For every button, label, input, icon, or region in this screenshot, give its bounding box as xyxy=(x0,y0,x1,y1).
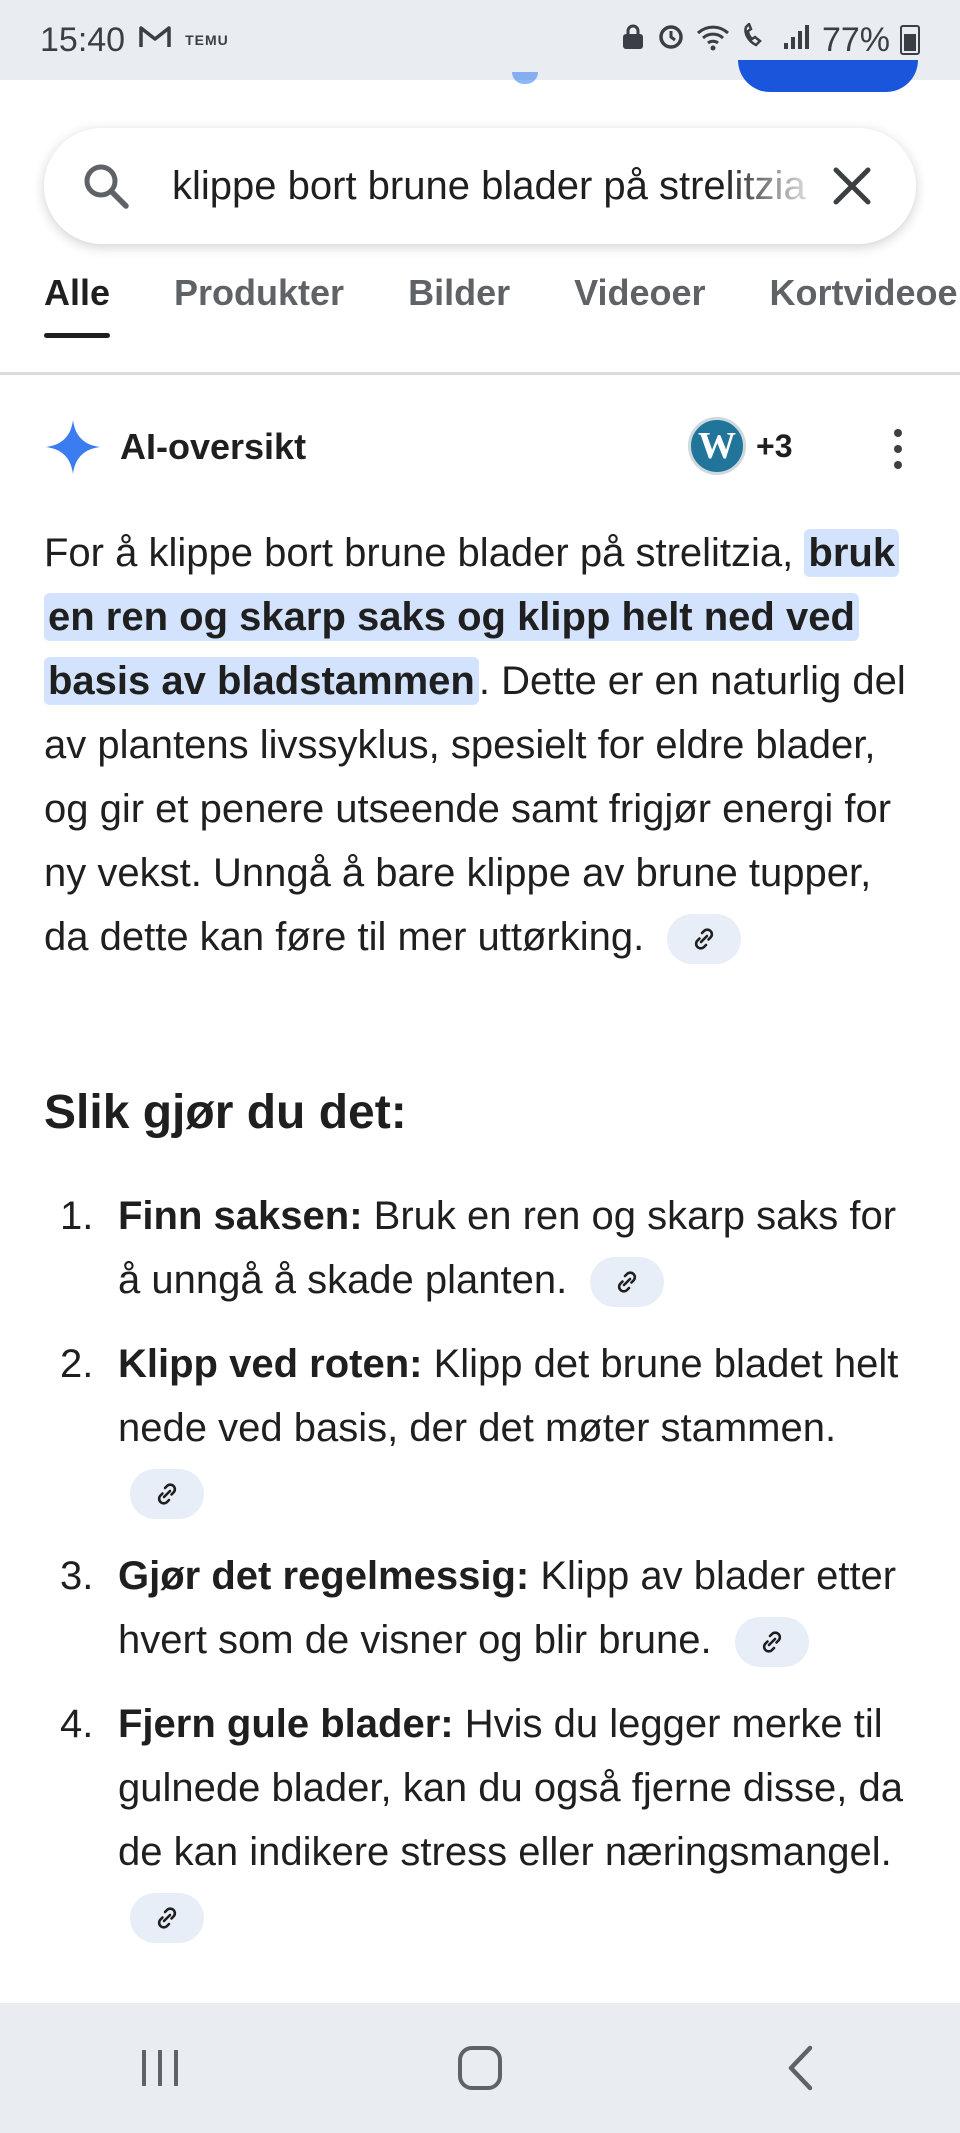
status-time: 15:40 xyxy=(40,20,126,59)
ai-overview-text: For å klippe bort brune blader på streli… xyxy=(44,521,916,969)
tab-kortvideoer[interactable]: Kortvideoer xyxy=(770,272,960,338)
system-nav-bar xyxy=(0,2003,960,2133)
list-item: 2. Klipp ved roten: Klipp det brune blad… xyxy=(44,1332,924,1524)
source-link-button[interactable] xyxy=(130,1469,204,1520)
ai-overview-title: AI-oversikt xyxy=(120,426,307,467)
source-link-button[interactable] xyxy=(590,1257,665,1308)
tab-alle[interactable]: Alle xyxy=(44,272,111,338)
step-title: Finn saksen: xyxy=(118,1194,363,1238)
link-icon xyxy=(157,1907,177,1930)
back-icon[interactable] xyxy=(750,2028,850,2108)
signal-icon xyxy=(782,21,812,60)
battery-percent: 77% xyxy=(821,20,890,59)
link-icon xyxy=(618,1271,637,1294)
ai-overview-header: AI-oversikt W +3 xyxy=(44,415,916,479)
top-partial-button[interactable] xyxy=(738,60,918,92)
source-link-button[interactable] xyxy=(667,914,742,965)
link-icon xyxy=(695,928,714,951)
list-item: 1. Finn saksen: Bruk en ren og skarp sak… xyxy=(44,1184,924,1312)
link-icon xyxy=(762,1631,781,1654)
wordpress-logo-icon: W xyxy=(688,417,746,475)
step-number: 1. xyxy=(60,1194,94,1238)
wifi-icon xyxy=(696,21,730,60)
tab-produkter[interactable]: Produkter xyxy=(174,272,344,338)
step-number: 2. xyxy=(60,1342,94,1386)
search-tabs: Alle Produkter Bilder Videoer Kortvideoe… xyxy=(44,272,960,338)
more-options-icon[interactable] xyxy=(888,429,908,469)
list-item: 4. Fjern gule blader: Hvis du legger mer… xyxy=(44,1692,924,1948)
step-number: 3. xyxy=(60,1554,94,1598)
step-title: Klipp ved roten: xyxy=(118,1342,423,1386)
temu-notification-icon: TEMU xyxy=(185,31,229,48)
step-title: Gjør det regelmessig: xyxy=(118,1554,530,1598)
steps-list: 1. Finn saksen: Bruk en ren og skarp sak… xyxy=(44,1184,924,1968)
top-partial-indicator xyxy=(512,72,538,84)
sources-more-count: +3 xyxy=(756,427,793,464)
search-input[interactable] xyxy=(170,162,822,210)
howto-heading: Slik gjør du det: xyxy=(44,1086,407,1139)
alarm-icon xyxy=(656,21,686,60)
search-bar[interactable] xyxy=(44,128,916,244)
home-icon[interactable] xyxy=(430,2028,530,2108)
tab-bilder[interactable]: Bilder xyxy=(408,272,510,338)
sparkle-icon xyxy=(44,418,102,476)
tab-videoer[interactable]: Videoer xyxy=(574,272,705,338)
tabs-divider xyxy=(0,372,960,375)
list-item: 3. Gjør det regelmessig: Klipp av blader… xyxy=(44,1544,924,1672)
close-icon[interactable] xyxy=(822,156,882,216)
link-icon xyxy=(157,1483,177,1506)
search-icon[interactable] xyxy=(80,160,140,212)
gmail-icon xyxy=(139,24,171,56)
recent-apps-icon[interactable] xyxy=(110,2028,210,2108)
battery-icon xyxy=(900,25,920,55)
sources-button[interactable]: W +3 xyxy=(688,417,792,475)
lock-icon xyxy=(620,21,646,60)
step-title: Fjern gule blader: xyxy=(118,1702,454,1746)
intro-text-before: For å klippe bort brune blader på streli… xyxy=(44,531,794,575)
step-number: 4. xyxy=(60,1702,94,1746)
wifi-call-icon xyxy=(740,21,772,60)
source-link-button[interactable] xyxy=(734,1617,809,1668)
source-link-button[interactable] xyxy=(130,1893,204,1944)
